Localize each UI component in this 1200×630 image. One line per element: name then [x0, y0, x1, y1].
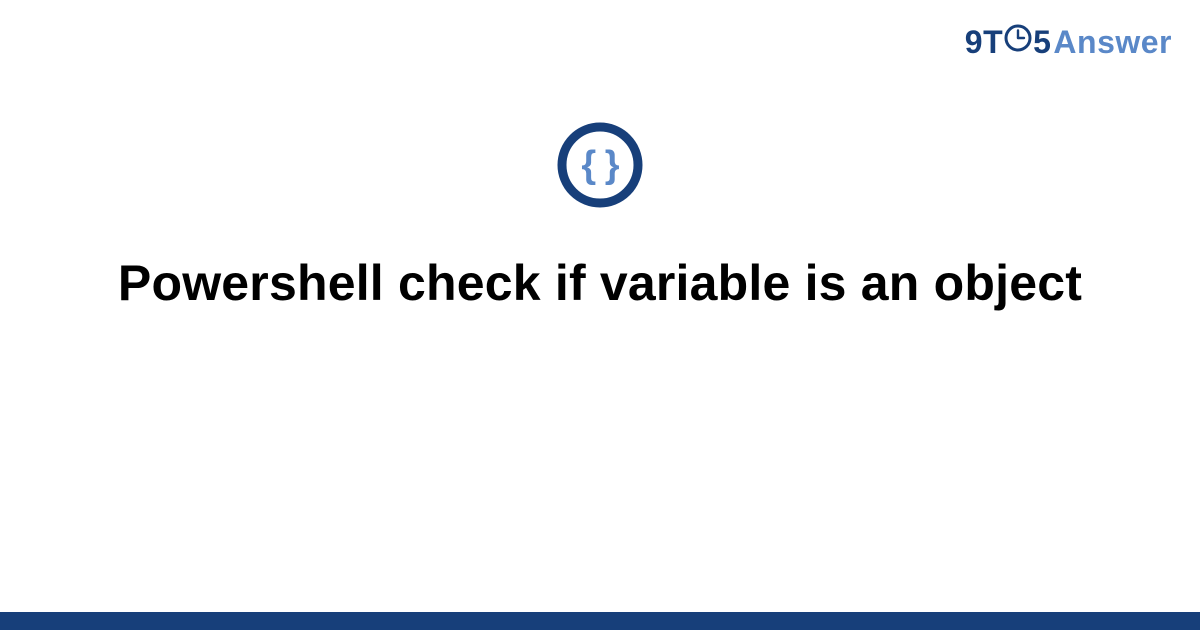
- page-title: Powershell check if variable is an objec…: [118, 251, 1082, 315]
- brand-logo: 9T 5Answer: [965, 22, 1172, 61]
- brand-nine: 9: [965, 24, 983, 61]
- code-braces-icon: { }: [555, 120, 645, 215]
- content-center: { } Powershell check if variable is an o…: [0, 120, 1200, 315]
- social-card: 9T 5Answer { } Powershell check if varia…: [0, 0, 1200, 630]
- brand-five: 5: [1033, 24, 1051, 61]
- svg-text:{ }: { }: [581, 144, 619, 186]
- clock-icon: [1004, 23, 1032, 60]
- footer-accent-bar: [0, 612, 1200, 630]
- brand-t: T: [983, 24, 1003, 61]
- brand-answer: Answer: [1053, 24, 1172, 61]
